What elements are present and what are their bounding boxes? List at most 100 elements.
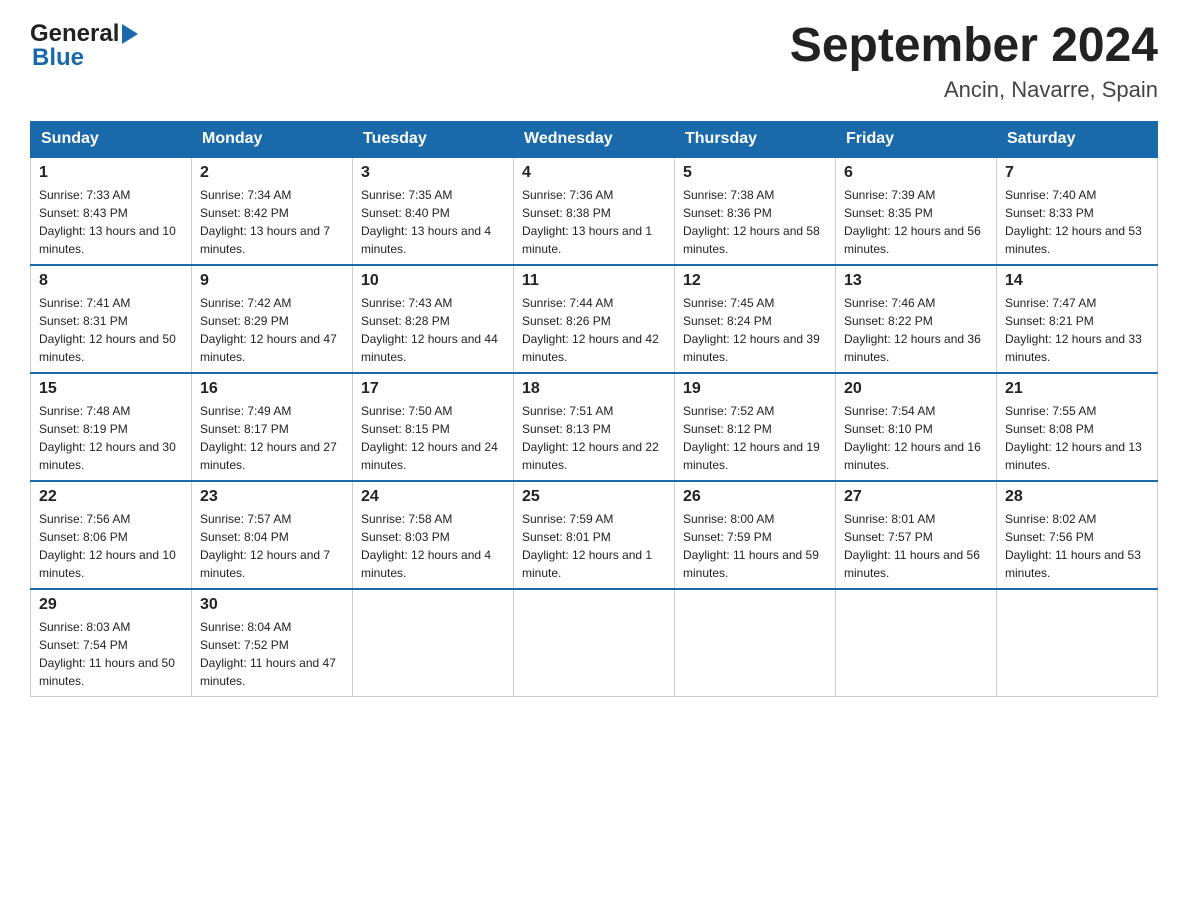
day-info: Sunrise: 7:38 AMSunset: 8:36 PMDaylight:… [683,186,827,258]
day-cell: 5 Sunrise: 7:38 AMSunset: 8:36 PMDaylight… [675,157,836,265]
day-info: Sunrise: 8:04 AMSunset: 7:52 PMDaylight:… [200,618,344,690]
day-number: 27 [844,488,988,506]
header-friday: Friday [836,121,997,157]
day-cell: 30 Sunrise: 8:04 AMSunset: 7:52 PMDayligh… [192,589,353,697]
day-number: 15 [39,380,183,398]
day-cell: 4 Sunrise: 7:36 AMSunset: 8:38 PMDaylight… [514,157,675,265]
day-number: 16 [200,380,344,398]
day-info: Sunrise: 7:48 AMSunset: 8:19 PMDaylight:… [39,402,183,474]
day-info: Sunrise: 7:33 AMSunset: 8:43 PMDaylight:… [39,186,183,258]
day-cell: 16 Sunrise: 7:49 AMSunset: 8:17 PMDayligh… [192,373,353,481]
title-block: September 2024 Ancin, Navarre, Spain [790,20,1158,103]
day-info: Sunrise: 8:01 AMSunset: 7:57 PMDaylight:… [844,510,988,582]
header-thursday: Thursday [675,121,836,157]
day-info: Sunrise: 7:36 AMSunset: 8:38 PMDaylight:… [522,186,666,258]
day-cell: 6Sunrise: 7:39 AMSunset: 8:35 PMDaylight… [836,157,997,265]
day-info: Sunrise: 8:03 AMSunset: 7:54 PMDaylight:… [39,618,183,690]
page-header: General Blue September 2024 Ancin, Navar… [30,20,1158,103]
day-info: Sunrise: 7:43 AMSunset: 8:28 PMDaylight:… [361,294,505,366]
header-tuesday: Tuesday [353,121,514,157]
week-row-4: 22 Sunrise: 7:56 AMSunset: 8:06 PMDayligh… [31,481,1158,589]
day-number: 10 [361,272,505,290]
header-sunday: Sunday [31,121,192,157]
day-cell: 8Sunrise: 7:41 AMSunset: 8:31 PMDaylight… [31,265,192,373]
day-number: 2 [200,164,344,182]
day-number: 28 [1005,488,1149,506]
day-info: Sunrise: 7:34 AMSunset: 8:42 PMDaylight:… [200,186,344,258]
header-monday: Monday [192,121,353,157]
day-cell [836,589,997,697]
day-info: Sunrise: 7:57 AMSunset: 8:04 PMDaylight:… [200,510,344,582]
day-cell: 27 Sunrise: 8:01 AMSunset: 7:57 PMDayligh… [836,481,997,589]
day-number: 25 [522,488,666,506]
day-number: 22 [39,488,183,506]
header-wednesday: Wednesday [514,121,675,157]
logo-triangle-icon [122,24,138,44]
day-number: 5 [683,164,827,182]
day-number: 1 [39,164,183,182]
day-info: Sunrise: 7:51 AMSunset: 8:13 PMDaylight:… [522,402,666,474]
logo: General Blue [30,20,138,72]
day-cell: 26 Sunrise: 8:00 AMSunset: 7:59 PMDayligh… [675,481,836,589]
day-cell: 23 Sunrise: 7:57 AMSunset: 8:04 PMDayligh… [192,481,353,589]
day-info: Sunrise: 7:45 AMSunset: 8:24 PMDaylight:… [683,294,827,366]
day-cell: 15 Sunrise: 7:48 AMSunset: 8:19 PMDayligh… [31,373,192,481]
day-info: Sunrise: 8:02 AMSunset: 7:56 PMDaylight:… [1005,510,1149,582]
logo-blue-text: Blue [30,44,84,72]
day-cell: 17Sunrise: 7:50 AMSunset: 8:15 PMDayligh… [353,373,514,481]
day-cell: 2 Sunrise: 7:34 AMSunset: 8:42 PMDaylight… [192,157,353,265]
day-cell: 11Sunrise: 7:44 AMSunset: 8:26 PMDayligh… [514,265,675,373]
day-cell [997,589,1158,697]
week-row-2: 8Sunrise: 7:41 AMSunset: 8:31 PMDaylight… [31,265,1158,373]
day-info: Sunrise: 7:54 AMSunset: 8:10 PMDaylight:… [844,402,988,474]
day-cell: 20 Sunrise: 7:54 AMSunset: 8:10 PMDayligh… [836,373,997,481]
month-title: September 2024 [790,20,1158,73]
day-info: Sunrise: 7:58 AMSunset: 8:03 PMDaylight:… [361,510,505,582]
day-cell: 18 Sunrise: 7:51 AMSunset: 8:13 PMDayligh… [514,373,675,481]
calendar-table: SundayMondayTuesdayWednesdayThursdayFrid… [30,121,1158,697]
day-info: Sunrise: 8:00 AMSunset: 7:59 PMDaylight:… [683,510,827,582]
day-cell: 10 Sunrise: 7:43 AMSunset: 8:28 PMDayligh… [353,265,514,373]
week-row-1: 1 Sunrise: 7:33 AMSunset: 8:43 PMDaylight… [31,157,1158,265]
day-number: 14 [1005,272,1149,290]
day-number: 4 [522,164,666,182]
header-saturday: Saturday [997,121,1158,157]
day-number: 24 [361,488,505,506]
day-cell: 3Sunrise: 7:35 AMSunset: 8:40 PMDaylight… [353,157,514,265]
day-number: 7 [1005,164,1149,182]
day-number: 26 [683,488,827,506]
day-number: 17 [361,380,505,398]
week-row-3: 15 Sunrise: 7:48 AMSunset: 8:19 PMDayligh… [31,373,1158,481]
day-cell: 29 Sunrise: 8:03 AMSunset: 7:54 PMDayligh… [31,589,192,697]
day-cell: 21 Sunrise: 7:55 AMSunset: 8:08 PMDayligh… [997,373,1158,481]
day-number: 20 [844,380,988,398]
week-row-5: 29 Sunrise: 8:03 AMSunset: 7:54 PMDayligh… [31,589,1158,697]
day-number: 23 [200,488,344,506]
day-cell: 28 Sunrise: 8:02 AMSunset: 7:56 PMDayligh… [997,481,1158,589]
day-info: Sunrise: 7:41 AMSunset: 8:31 PMDaylight:… [39,294,183,366]
day-cell: 13Sunrise: 7:46 AMSunset: 8:22 PMDayligh… [836,265,997,373]
day-number: 9 [200,272,344,290]
day-number: 19 [683,380,827,398]
day-number: 18 [522,380,666,398]
day-number: 13 [844,272,988,290]
location-subtitle: Ancin, Navarre, Spain [790,77,1158,103]
day-info: Sunrise: 7:52 AMSunset: 8:12 PMDaylight:… [683,402,827,474]
day-info: Sunrise: 7:59 AMSunset: 8:01 PMDaylight:… [522,510,666,582]
day-cell: 14Sunrise: 7:47 AMSunset: 8:21 PMDayligh… [997,265,1158,373]
day-info: Sunrise: 7:42 AMSunset: 8:29 PMDaylight:… [200,294,344,366]
day-number: 29 [39,596,183,614]
day-cell: 25 Sunrise: 7:59 AMSunset: 8:01 PMDayligh… [514,481,675,589]
day-cell [514,589,675,697]
day-number: 21 [1005,380,1149,398]
day-number: 30 [200,596,344,614]
day-info: Sunrise: 7:35 AMSunset: 8:40 PMDaylight:… [361,186,505,258]
day-cell: 22 Sunrise: 7:56 AMSunset: 8:06 PMDayligh… [31,481,192,589]
day-info: Sunrise: 7:44 AMSunset: 8:26 PMDaylight:… [522,294,666,366]
day-cell: 9 Sunrise: 7:42 AMSunset: 8:29 PMDaylight… [192,265,353,373]
day-cell [675,589,836,697]
day-info: Sunrise: 7:39 AMSunset: 8:35 PMDaylight:… [844,186,988,258]
day-info: Sunrise: 7:55 AMSunset: 8:08 PMDaylight:… [1005,402,1149,474]
day-info: Sunrise: 7:49 AMSunset: 8:17 PMDaylight:… [200,402,344,474]
day-info: Sunrise: 7:56 AMSunset: 8:06 PMDaylight:… [39,510,183,582]
